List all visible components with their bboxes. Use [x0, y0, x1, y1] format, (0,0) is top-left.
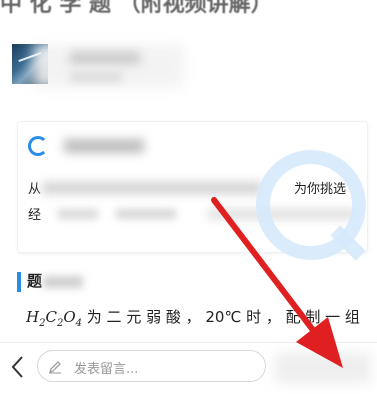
author-name-redacted [70, 52, 140, 64]
redacted-text [116, 209, 176, 219]
redacted-text [42, 182, 262, 194]
section-heading: 题 [17, 270, 117, 294]
card-title-redacted [64, 139, 144, 153]
comment-input[interactable]: 发表留言... [37, 350, 266, 382]
question-text: H2C2O4 为 二 元 弱 酸 ， 20℃ 时 ， 配 制 一 组 [26, 306, 376, 330]
chemical-formula: H2C2O4 [26, 308, 83, 329]
redacted-text [58, 209, 98, 219]
refresh-circle-icon [28, 136, 48, 156]
section-label: 题 [27, 272, 43, 290]
card-line1-start: 从 [28, 182, 42, 197]
action-buttons-redacted[interactable] [275, 353, 371, 383]
author-meta-redacted [70, 72, 122, 82]
article-title: 中 化 学 题 （附视频讲解） [0, 0, 273, 17]
chevron-left-icon[interactable] [6, 353, 30, 381]
comment-bar: 发表留言... [0, 342, 377, 403]
card-line2-start: 经 [28, 208, 42, 223]
comment-placeholder: 发表留言... [74, 362, 139, 377]
author-row[interactable] [8, 42, 368, 92]
question-body: 为 二 元 弱 酸 ， 20℃ 时 ， 配 制 一 组 [82, 308, 360, 326]
pencil-icon [49, 361, 61, 374]
redacted-text [43, 276, 83, 288]
section-accent-bar [17, 272, 21, 292]
